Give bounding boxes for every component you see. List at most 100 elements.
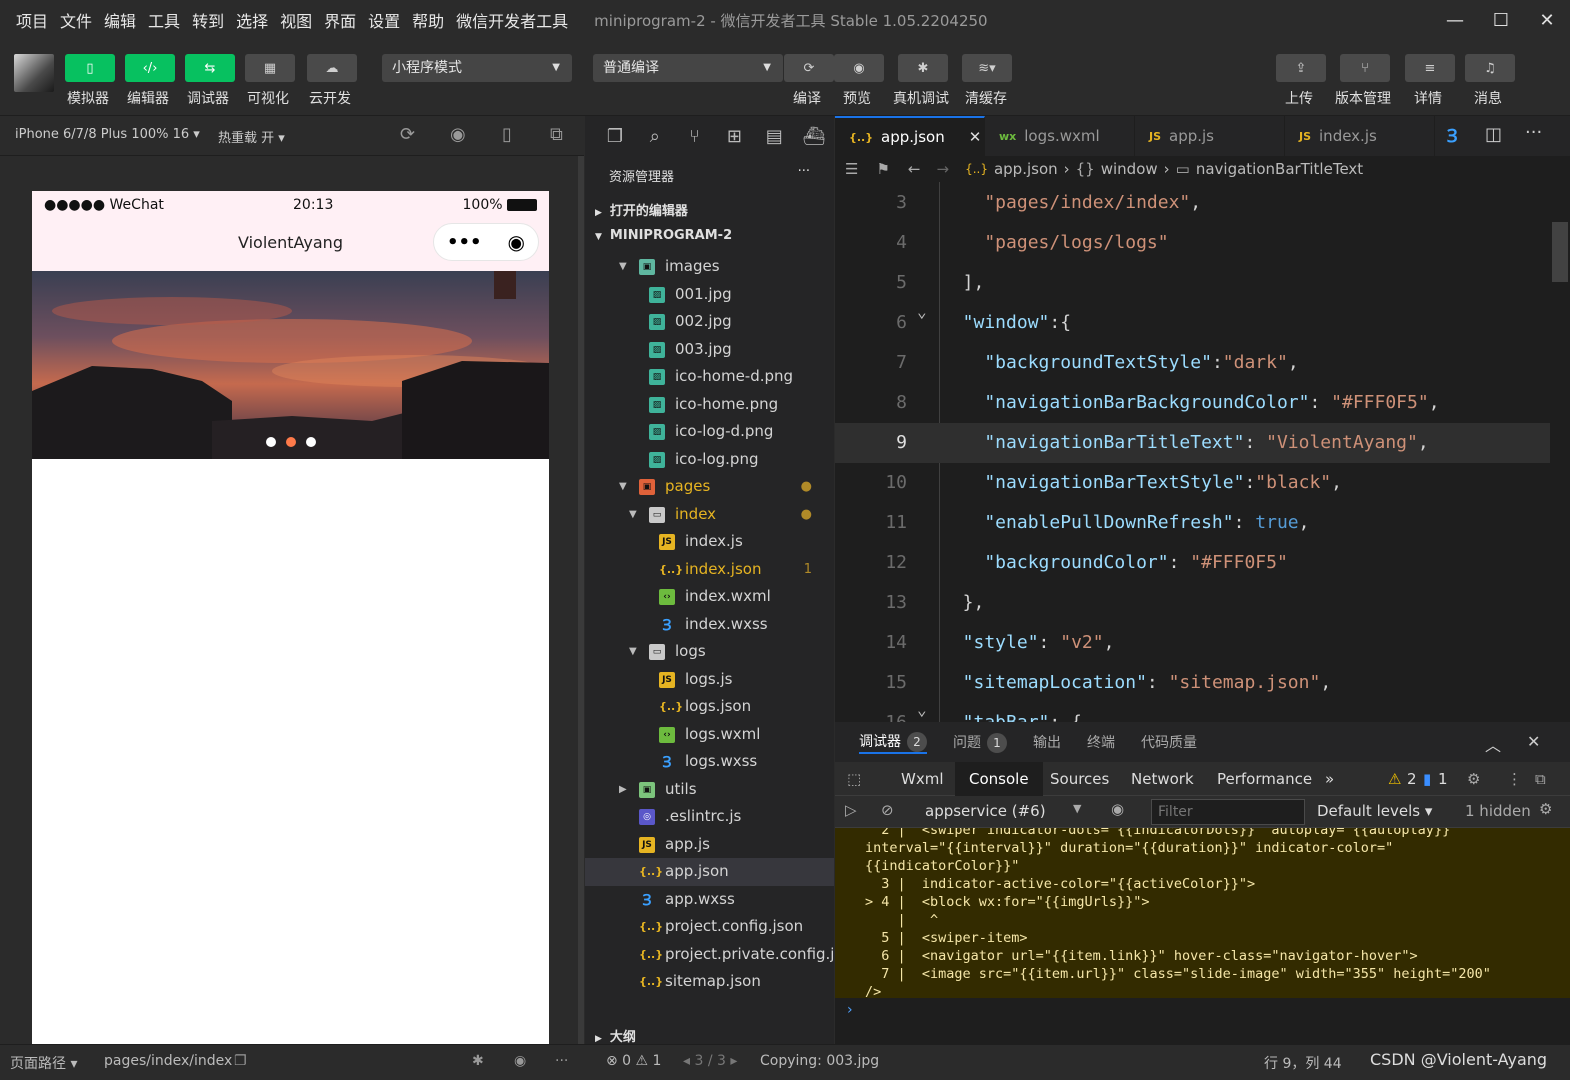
menu-item[interactable]: 帮助 <box>412 8 444 32</box>
code-line[interactable]: 10 "navigationBarTextStyle":"black", <box>835 463 1550 503</box>
tree-item[interactable]: Ɜindex.wxss <box>585 611 834 639</box>
more-tabs-icon[interactable]: » <box>1325 762 1334 796</box>
collapse-icon[interactable]: ︿ <box>1485 732 1501 756</box>
menu-item[interactable]: 选择 <box>236 8 268 32</box>
more-icon[interactable]: ··· <box>798 164 810 179</box>
code-line[interactable]: 12 "backgroundColor": "#FFF0F5" <box>835 543 1550 583</box>
page-path-label[interactable]: 页面路径 ▾ <box>10 1053 77 1073</box>
outline-section[interactable]: ▶ 大纲 <box>585 1026 834 1045</box>
stop-icon[interactable]: ◉ <box>450 124 466 145</box>
code-line[interactable]: 6 "window":{ <box>835 303 1550 343</box>
device-select[interactable]: iPhone 6/7/8 Plus 100% 16 ▾ <box>15 127 200 142</box>
code-line[interactable]: 7 "backgroundTextStyle":"dark", <box>835 343 1550 383</box>
back-icon[interactable]: ← <box>908 160 921 178</box>
preview-button[interactable]: ◉ <box>834 54 884 82</box>
debugger-tab[interactable]: 输出 <box>1033 732 1061 752</box>
copy-icon[interactable]: ❐ <box>234 1053 247 1069</box>
project-section[interactable]: ▼ MINIPROGRAM-2 <box>585 228 834 243</box>
tab-sources[interactable]: Sources <box>1050 762 1109 796</box>
pager[interactable]: ◂ 3 / 3 ▸ <box>683 1053 737 1069</box>
menu-item[interactable]: 项目 <box>16 8 48 32</box>
close-mini-icon[interactable]: ◉ <box>508 230 525 254</box>
details-button[interactable]: ≡ <box>1405 54 1455 82</box>
docker-icon[interactable]: ⛴ <box>794 126 834 147</box>
capsule-menu[interactable]: ••• ◉ <box>433 223 539 261</box>
mode-select[interactable]: 小程序模式 ▼ <box>382 54 572 82</box>
close-tab-icon[interactable]: ✕ <box>969 128 982 146</box>
tree-item[interactable]: ▨ ico-log.png <box>585 446 834 474</box>
debugger-tab[interactable]: 问题 1 <box>953 732 1007 753</box>
chevron-down-icon[interactable]: ▼ <box>619 253 627 281</box>
editor-scrollbar[interactable] <box>1550 182 1570 722</box>
simulator-toggle-button[interactable]: ▯ <box>65 54 115 82</box>
code-line[interactable]: 16 "tabBar": { <box>835 703 1550 722</box>
breadcrumb-key[interactable]: navigationBarTitleText <box>1196 160 1363 178</box>
tree-item[interactable]: ◎ .eslintrc.js <box>585 803 834 831</box>
editor-toggle-button[interactable]: ‹/› <box>125 54 175 82</box>
minimize-icon[interactable]: — <box>1432 10 1478 31</box>
context-select[interactable]: appservice (#6) <box>925 802 1046 820</box>
storage-icon[interactable]: ▤ <box>754 126 794 147</box>
close-icon[interactable]: ✕ <box>1524 10 1570 31</box>
menu-item[interactable]: 视图 <box>280 8 312 32</box>
search-icon[interactable]: ⌕ <box>635 126 675 147</box>
gear-icon[interactable]: ⚙ <box>1467 762 1480 796</box>
menu-item[interactable]: 编辑 <box>104 8 136 32</box>
swiper-dot-active[interactable] <box>285 437 296 447</box>
version-button[interactable]: ⑂ <box>1340 54 1390 82</box>
console-settings-icon[interactable]: ⚙ <box>1539 800 1552 818</box>
tree-item[interactable]: ‹› index.wxml <box>585 583 834 611</box>
problems-indicator[interactable]: ⊗ 0 ⚠ 1 <box>606 1053 661 1069</box>
tab-app-json[interactable]: {..} app.json ✕ <box>835 116 985 156</box>
clear-cache-button[interactable]: ≋▾ <box>962 54 1012 82</box>
more-icon[interactable]: ··· <box>555 1053 568 1069</box>
cursor-position[interactable]: 行 9，列 44 <box>1264 1053 1342 1073</box>
console-prompt[interactable]: › <box>835 998 1570 1044</box>
fold-icon-window[interactable]: ⌄ <box>917 302 927 321</box>
tree-item[interactable]: {..} project.private.config.js... <box>585 941 857 969</box>
compile-select[interactable]: 普通编译 ▼ <box>593 54 783 82</box>
kebab-icon[interactable]: ⋮ <box>1507 762 1522 796</box>
dock-icon[interactable]: ⧉ <box>1535 762 1546 796</box>
tree-item[interactable]: ▨ ico-home.png <box>585 391 834 419</box>
chevron-right-icon[interactable]: ▶ <box>619 776 627 804</box>
cloud-button[interactable]: ☁ <box>307 54 357 82</box>
debugger-tab[interactable]: 终端 <box>1087 732 1115 752</box>
tab-console[interactable]: Console <box>955 762 1043 796</box>
tree-item[interactable]: {..} sitemap.json <box>585 968 834 996</box>
tree-item[interactable]: ▨ 003.jpg <box>585 336 834 364</box>
open-editors-section[interactable]: ▶ 打开的编辑器 <box>585 200 834 219</box>
simulator-splitter[interactable] <box>578 156 584 1044</box>
code-editor[interactable]: 3 "pages/index/index", 4 "pages/logs/logs… <box>835 182 1550 722</box>
code-line[interactable]: 15 "sitemapLocation": "sitemap.json", <box>835 663 1550 703</box>
eye-icon[interactable]: ◉ <box>514 1053 526 1069</box>
tree-item[interactable]: JS app.js <box>585 831 834 859</box>
device-icon[interactable]: ▯ <box>502 124 512 145</box>
tree-item[interactable]: ▨ ico-log-d.png <box>585 418 834 446</box>
tree-item[interactable]: JS index.js <box>585 528 834 556</box>
code-line[interactable]: 14 "style": "v2", <box>835 623 1550 663</box>
levels-select[interactable]: Default levels ▾ <box>1317 802 1432 820</box>
menu-item[interactable]: 工具 <box>148 8 180 32</box>
tab-logs-wxml[interactable]: wx logs.wxml <box>985 116 1135 156</box>
forward-icon[interactable]: → <box>936 160 949 178</box>
info-count[interactable]: 1 <box>1438 762 1448 796</box>
warning-count[interactable]: 2 <box>1407 762 1417 796</box>
menu-item[interactable]: 界面 <box>324 8 356 32</box>
tree-item[interactable]: ▼ ▭ index ● <box>585 501 834 529</box>
menu-item[interactable]: 微信开发者工具 <box>456 8 568 32</box>
tree-item[interactable]: ▨ 002.jpg <box>585 308 834 336</box>
tab-performance[interactable]: Performance <box>1217 762 1312 796</box>
breadcrumb-window[interactable]: window <box>1101 160 1158 178</box>
more-icon[interactable]: ··· <box>1525 122 1542 143</box>
debugger-toggle-button[interactable]: ⇆ <box>185 54 235 82</box>
css-icon[interactable]: Ɜ <box>1447 124 1458 148</box>
tab-wxml[interactable]: Wxml <box>901 762 944 796</box>
tree-item[interactable]: ▼ ▣ images <box>585 253 834 281</box>
code-line[interactable]: 5 ], <box>835 263 1550 303</box>
inspect-icon[interactable]: ⬚ <box>847 762 861 796</box>
debugger-tab[interactable]: 调试器 2 <box>859 731 927 754</box>
tree-item[interactable]: ▼ ▣ pages ● <box>585 473 834 501</box>
fold-icon-tabbar[interactable]: ⌄ <box>917 700 927 719</box>
more-icon[interactable]: ••• <box>447 232 482 253</box>
